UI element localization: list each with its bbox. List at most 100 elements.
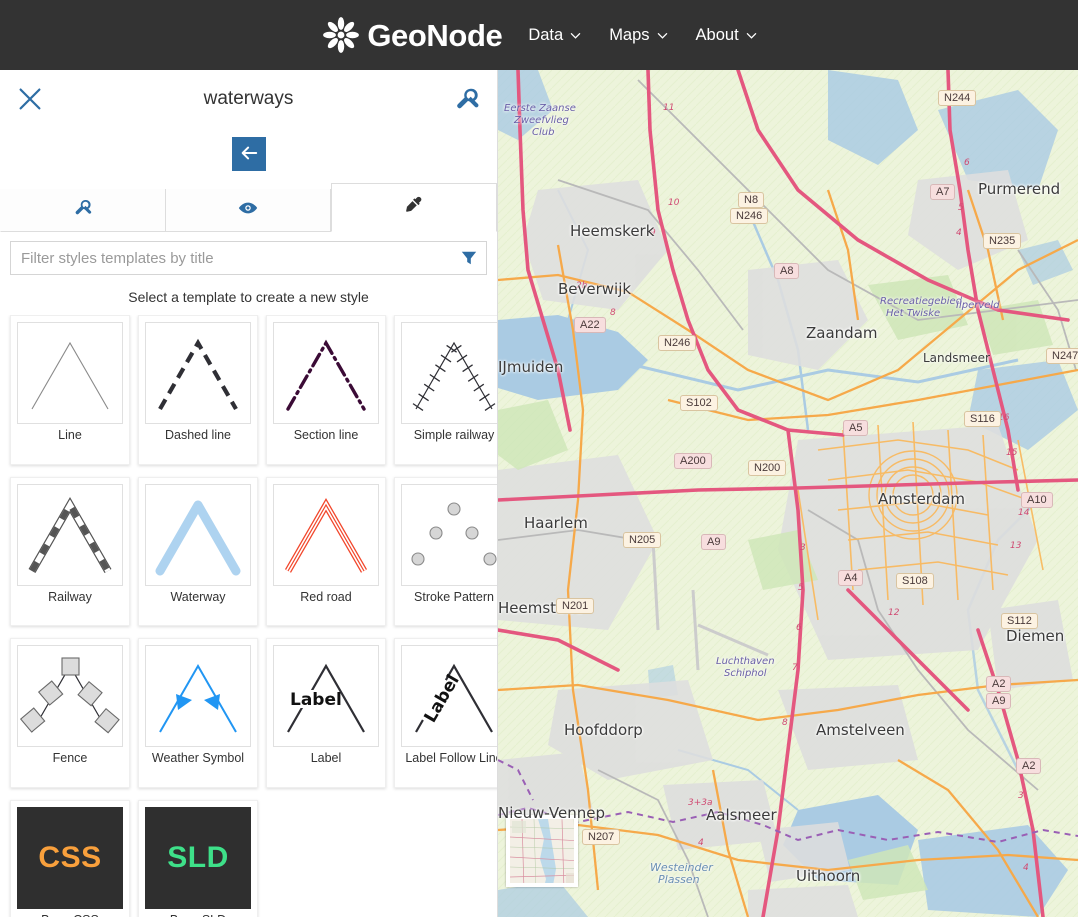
svg-text:3: 3	[800, 543, 806, 553]
svg-text:4: 4	[1023, 863, 1029, 873]
svg-text:5: 5	[798, 583, 804, 593]
style-template-card[interactable]: Section line	[266, 315, 386, 465]
style-template-card[interactable]: Red road	[266, 476, 386, 626]
template-preview-waterway	[145, 483, 251, 586]
template-preview-label: Label	[273, 645, 379, 747]
app-header: GeoNode Data Maps About	[0, 0, 1078, 70]
wrench-icon[interactable]	[453, 84, 483, 114]
svg-text:5: 5	[958, 203, 964, 213]
style-template-card[interactable]: Stroke Pattern	[394, 476, 497, 626]
nav-item-about[interactable]: About	[696, 26, 757, 45]
template-preview-red-road	[273, 483, 379, 586]
svg-text:12: 12	[888, 608, 900, 618]
svg-text:16: 16	[998, 413, 1010, 423]
template-label: Dashed line	[164, 428, 231, 442]
chevron-down-icon	[570, 30, 581, 41]
style-template-card[interactable]: Line	[10, 315, 130, 465]
chevron-down-icon	[746, 30, 757, 41]
svg-text:Label: Label	[290, 690, 342, 710]
svg-text:6: 6	[796, 623, 802, 633]
template-preview-stroke-pattern	[401, 483, 497, 586]
template-label: Base CSS	[41, 909, 99, 917]
svg-text:7: 7	[792, 663, 798, 673]
style-template-card[interactable]: Railway	[10, 476, 130, 626]
map-viewport[interactable]: 11 10 9 8 2b 6 5 4 16 15 14 13 12 3 5 6 …	[498, 70, 1078, 917]
wrench-icon	[74, 198, 93, 222]
template-preview-code: CSS	[17, 806, 123, 909]
chevron-down-icon	[657, 30, 668, 41]
svg-text:9: 9	[650, 228, 656, 238]
template-preview-line	[17, 322, 123, 424]
template-label: Line	[58, 428, 82, 442]
filter-row	[0, 232, 497, 275]
svg-text:4: 4	[698, 838, 704, 848]
close-icon[interactable]	[14, 83, 46, 115]
nav-item-data[interactable]: Data	[528, 26, 581, 45]
filter-box	[10, 241, 487, 275]
style-template-grid[interactable]: Line Dashed line Section line Simple railwa…	[0, 315, 497, 917]
eyedropper-icon	[404, 195, 424, 220]
svg-text:2b: 2b	[576, 281, 588, 291]
back-button[interactable]	[231, 137, 266, 171]
tab-preview[interactable]	[166, 189, 331, 232]
panel-header: waterways	[0, 70, 497, 127]
style-template-card[interactable]: Dashed line	[138, 315, 258, 465]
main-nav: Data Maps About	[528, 26, 756, 45]
template-preview-label-follow-line: Label	[401, 645, 497, 747]
svg-text:6: 6	[964, 158, 970, 168]
template-label: Section line	[293, 428, 359, 442]
svg-text:11: 11	[663, 103, 674, 113]
style-template-card[interactable]: Label Label Follow Line	[394, 638, 497, 788]
nav-item-maps[interactable]: Maps	[609, 26, 667, 45]
nav-item-data-label: Data	[528, 25, 564, 44]
filter-funnel-icon[interactable]	[460, 249, 478, 267]
template-label: Waterway	[170, 589, 226, 604]
template-preview-railway	[17, 483, 123, 586]
template-label: Base SLD	[170, 909, 226, 917]
overview-mini-map[interactable]	[506, 815, 578, 887]
brand-text: GeoNode	[367, 17, 503, 53]
svg-text:10: 10	[668, 198, 680, 208]
style-editor-panel: waterways Filter styles templates by tit…	[0, 70, 498, 917]
template-preview-simple-railway	[401, 322, 497, 424]
svg-text:3: 3	[1018, 791, 1024, 801]
eye-icon	[238, 198, 258, 223]
tab-settings[interactable]	[0, 189, 166, 232]
template-hint: Select a template to create a new style	[128, 289, 369, 305]
svg-text:13: 13	[1010, 541, 1022, 551]
nav-item-maps-label: Maps	[609, 25, 650, 44]
style-template-card[interactable]: SLD Base SLD	[138, 799, 258, 917]
template-label: Label	[310, 751, 342, 765]
style-template-card[interactable]: Waterway	[138, 476, 258, 626]
svg-text:14: 14	[1018, 508, 1030, 518]
template-preview-weather-symbol	[145, 645, 251, 747]
brand[interactable]: GeoNode	[321, 15, 503, 55]
filter-input[interactable]	[21, 249, 460, 267]
svg-text:3+3a: 3+3a	[688, 798, 713, 808]
svg-text:Label: Label	[420, 671, 463, 726]
svg-text:8: 8	[782, 718, 788, 728]
style-tabs	[0, 183, 497, 232]
geonode-flower-logo	[321, 15, 361, 55]
back-row	[0, 127, 497, 181]
template-label: Simple railway	[413, 428, 495, 442]
nav-item-about-label: About	[695, 25, 739, 44]
map-canvas: 11 10 9 8 2b 6 5 4 16 15 14 13 12 3 5 6 …	[498, 70, 1078, 917]
style-template-card[interactable]: Weather Symbol	[138, 638, 258, 788]
template-preview-fence	[17, 645, 123, 747]
template-preview-dashed-line	[145, 322, 251, 424]
style-template-card[interactable]: CSS Base CSS	[10, 799, 130, 917]
style-template-card[interactable]: Label Label	[266, 638, 386, 788]
template-label: Weather Symbol	[151, 751, 245, 765]
tab-style[interactable]	[331, 183, 497, 232]
style-template-card[interactable]: Simple railway	[394, 315, 497, 465]
svg-text:8: 8	[610, 308, 616, 318]
svg-text:15: 15	[1006, 448, 1018, 458]
arrow-left-icon	[240, 144, 258, 165]
template-label: Label Follow Line	[405, 751, 497, 765]
style-template-card[interactable]: Fence	[10, 638, 130, 788]
template-preview-code-text: CSS	[38, 840, 102, 874]
template-preview-code-text: SLD	[167, 840, 229, 874]
svg-text:4: 4	[956, 228, 962, 238]
template-preview-code: SLD	[145, 806, 251, 909]
